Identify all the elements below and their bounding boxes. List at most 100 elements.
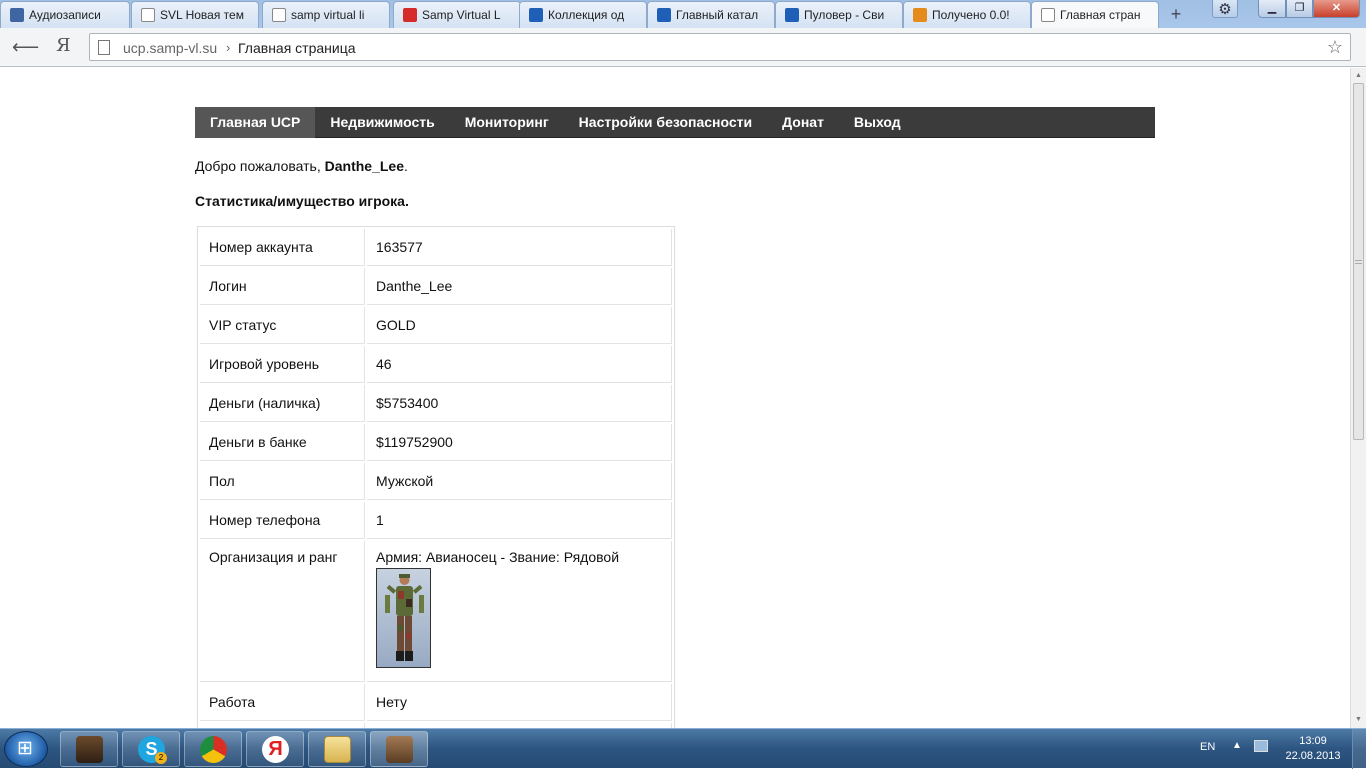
folder-icon [324, 736, 351, 763]
table-row: Деньги (наличка) $5753400 [200, 385, 672, 422]
table-row: Номер телефона 1 [200, 502, 672, 539]
url-host: ucp.samp-vl.su [123, 40, 218, 56]
browser-tab-strip: Аудиозаписи SVL Новая тем samp virtual li S… [0, 0, 1366, 29]
taskbar-gta-sa-button[interactable] [60, 731, 118, 767]
browser-tab-label: Пуловер - Сви [804, 8, 885, 22]
new-tab-button[interactable]: + [1166, 4, 1186, 25]
tray-expand-icon[interactable]: ▲ [1232, 740, 1242, 751]
stat-value: 46 [367, 346, 672, 383]
nav-item[interactable]: Главная UCP [195, 107, 316, 138]
taskbar-explorer-button[interactable] [308, 731, 366, 767]
page-icon [1041, 8, 1055, 22]
stat-label: Деньги (наличка) [200, 385, 365, 422]
nav-item[interactable]: Выход [839, 107, 916, 138]
scroll-thumb[interactable] [1353, 83, 1364, 440]
tray-clock[interactable]: 13:09 22.08.2013 [1284, 734, 1342, 764]
browser-tab[interactable]: Аудиозаписи [0, 1, 130, 28]
browser-tab[interactable]: Главная стран [1031, 1, 1159, 29]
tray-date: 22.08.2013 [1285, 750, 1341, 762]
q-icon [529, 8, 543, 22]
character-skin-image [376, 568, 431, 668]
stat-label: Номер телефона [200, 502, 365, 539]
nav-item[interactable]: Недвижимость [315, 107, 449, 138]
page-icon [141, 8, 155, 22]
skype-badge: 2 [155, 752, 167, 764]
stat-value: Нету [367, 684, 672, 721]
taskbar-yandex-button[interactable]: Я [246, 731, 304, 767]
table-row: Номер аккаунта 163577 [200, 229, 672, 266]
stat-label: VIP статус [200, 307, 365, 344]
url-separator: › [226, 40, 231, 55]
yandex-button[interactable]: Я [56, 35, 71, 56]
browser-tab[interactable]: Получено 0.0! [903, 1, 1031, 28]
stat-value: Армия: Авианосец - Звание: Рядовой [367, 541, 672, 682]
taskbar-chrome-button[interactable] [184, 731, 242, 767]
table-row: Организация и ранг Армия: Авианосец - Зва… [200, 541, 672, 682]
taskbar-skype-button[interactable]: S2 [122, 731, 180, 767]
page-scrollbar[interactable]: ▲ ▼ [1350, 68, 1366, 728]
show-desktop-button[interactable] [1352, 729, 1366, 769]
youtube-icon [403, 8, 417, 22]
address-bar[interactable]: ucp.samp-vl.su › Главная страница ☆ [89, 33, 1351, 61]
stat-label: Номер аккаунта [200, 229, 365, 266]
table-row: Игровой уровень 46 [200, 346, 672, 383]
yandex-browser-icon: Я [262, 736, 289, 763]
network-icon[interactable] [1254, 740, 1268, 752]
nav-item[interactable]: Настройки безопасности [564, 107, 767, 138]
table-row: Работа Нету [200, 684, 672, 721]
stat-label: Игровой уровень [200, 346, 365, 383]
browser-tab[interactable]: SVL Новая тем [131, 1, 259, 28]
browser-toolbar: ⟵ Я ucp.samp-vl.su › Главная страница ☆ [0, 28, 1366, 67]
nav-item[interactable]: Мониторинг [450, 107, 564, 138]
browser-tab[interactable]: Samp Virtual L [393, 1, 521, 28]
stat-label: Деньги в банке [200, 424, 365, 461]
game-app-icon [76, 736, 103, 763]
scroll-up-icon[interactable]: ▲ [1355, 72, 1362, 79]
browser-tab[interactable]: Главный катал [647, 1, 775, 28]
browser-tab-label: Samp Virtual L [422, 8, 501, 22]
mail-at-icon [913, 8, 927, 22]
maximize-button[interactable]: ❐ [1286, 0, 1313, 18]
table-row: VIP статус GOLD [200, 307, 672, 344]
stat-label: Работа [200, 684, 365, 721]
url-page-title: Главная страница [238, 40, 356, 56]
welcome-prefix: Добро пожаловать, [195, 158, 325, 174]
stat-label: Организация и ранг [200, 541, 365, 682]
table-row: Пол Мужской [200, 463, 672, 500]
browser-tab-label: SVL Новая тем [160, 8, 244, 22]
welcome-username: Danthe_Lee [324, 158, 404, 174]
windows-taskbar: S2 Я EN ▲ 13:09 22.08.2013 [0, 728, 1366, 769]
stat-value: GOLD [367, 307, 672, 344]
welcome-suffix: . [403, 158, 408, 174]
chrome-icon [200, 736, 227, 763]
browser-tab[interactable]: samp virtual li [262, 1, 390, 28]
welcome-message: Добро пожаловать, Danthe_Lee. [195, 158, 408, 174]
browser-tab-label: Главный катал [676, 8, 759, 22]
table-row: Логин Danthe_Lee [200, 268, 672, 305]
nav-item[interactable]: Донат [767, 107, 839, 138]
bookmark-star-icon[interactable]: ☆ [1327, 37, 1343, 58]
tray-time: 13:09 [1299, 735, 1327, 747]
stat-value: 1 [367, 502, 672, 539]
stat-label: Логин [200, 268, 365, 305]
stat-value: $5753400 [367, 385, 672, 422]
scroll-down-icon[interactable]: ▼ [1355, 716, 1362, 723]
browser-tab[interactable]: Коллекция од [519, 1, 647, 28]
tray-language[interactable]: EN [1200, 741, 1215, 753]
site-navigation: Главная UCP Недвижимость Мониторинг Настрой… [195, 107, 1155, 138]
page-icon [98, 40, 110, 55]
stats-heading: Статистика/имущество игрока. [195, 193, 409, 209]
close-button[interactable]: ✕ [1313, 0, 1360, 18]
back-arrow-icon[interactable]: ⟵ [12, 36, 39, 59]
q-icon [657, 8, 671, 22]
start-button[interactable] [4, 731, 48, 767]
yandex-icon [272, 8, 286, 22]
game-app-icon [386, 736, 413, 763]
org-rank-text: Армия: Авианосец - Звание: Рядовой [376, 549, 620, 565]
minimize-button[interactable]: ▁ [1258, 0, 1286, 18]
taskbar-game-button[interactable] [370, 731, 428, 767]
browser-tab-label: Получено 0.0! [932, 8, 1010, 22]
gear-icon[interactable]: ⚙ [1212, 0, 1238, 18]
browser-tab[interactable]: Пуловер - Сви [775, 1, 903, 28]
stat-value: $119752900 [367, 424, 672, 461]
